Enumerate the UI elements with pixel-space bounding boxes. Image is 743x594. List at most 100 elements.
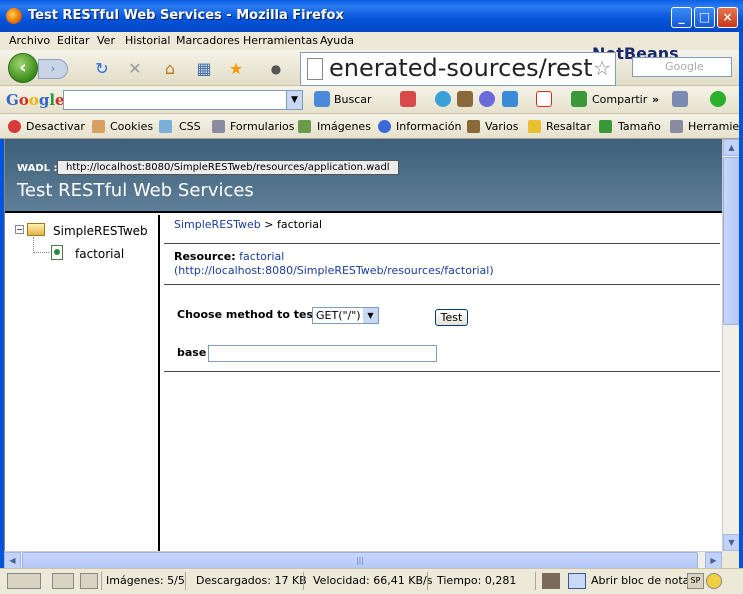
page-icon — [307, 58, 323, 80]
test-button[interactable]: Test — [435, 309, 468, 326]
menu-marcadores[interactable]: Marcadores — [176, 34, 240, 47]
webdev-resaltar[interactable]: Resaltar — [546, 120, 591, 133]
maximize-button[interactable]: □ — [694, 7, 715, 28]
status-speed: Velocidad: 66,41 KB/s — [313, 574, 433, 587]
resource-label: Resource: — [174, 250, 236, 263]
inspect-icon[interactable] — [7, 573, 41, 589]
webdev-imagenes[interactable]: Imágenes — [317, 120, 371, 133]
wadl-label: WADL : — [17, 163, 58, 174]
stop-icon[interactable]: ✕ — [125, 59, 145, 79]
url-bar[interactable]: enerated-sources/rest-t ☆ — [300, 52, 616, 86]
method-select[interactable]: GET("/") ▼ — [312, 307, 379, 324]
tree-node-root[interactable]: SimpleRESTweb — [53, 224, 148, 238]
highlight-icon[interactable] — [400, 91, 416, 107]
vertical-scrollbar[interactable]: ▲ ▼ — [722, 139, 740, 551]
webdev-herramientas[interactable]: Herramien — [688, 120, 743, 133]
breadcrumb-root-link[interactable]: SimpleRESTweb — [174, 218, 261, 231]
scroll-left-icon[interactable]: ◀ — [4, 552, 21, 569]
divider — [164, 243, 720, 244]
method-label: Choose method to test: — [177, 308, 323, 321]
share-icon[interactable] — [571, 91, 587, 107]
open-notepad-link[interactable]: Abrir bloc de notas — [591, 574, 695, 587]
css-icon — [159, 120, 172, 133]
status-separator — [535, 572, 536, 590]
status-separator — [101, 572, 102, 590]
page-title: Test RESTful Web Services — [17, 180, 254, 201]
window-title: Test RESTful Web Services - Mozilla Fire… — [28, 8, 344, 23]
wrench-icon[interactable] — [672, 91, 688, 107]
tree-node-factorial[interactable]: factorial — [75, 247, 124, 261]
resource-name-link[interactable]: factorial — [239, 250, 284, 263]
scroll-up-icon[interactable]: ▲ — [723, 139, 740, 156]
scroll-right-icon[interactable]: ▶ — [705, 552, 722, 569]
webdev-cookies[interactable]: Cookies — [110, 120, 153, 133]
image-icon — [298, 120, 311, 133]
menu-archivo[interactable]: Archivo — [9, 34, 50, 47]
google-search-button[interactable]: Buscar — [334, 93, 372, 106]
zoom-icon[interactable] — [706, 573, 722, 589]
chevron-down-icon[interactable]: ▼ — [363, 308, 378, 323]
plus-icon[interactable] — [502, 91, 518, 107]
divider — [164, 371, 720, 372]
status-bar: Imágenes: 5/5 Descargados: 17 KB Velocid… — [0, 568, 743, 594]
menu-historial[interactable]: Historial — [125, 34, 170, 47]
webdev-css[interactable]: CSS — [179, 120, 201, 133]
google-search-input[interactable]: ▼ — [63, 90, 303, 110]
minimize-button[interactable]: _ — [671, 7, 692, 28]
webdev-toolbar: Desactivar Cookies CSS Formularios Imáge… — [0, 114, 743, 139]
close-button[interactable]: × — [717, 7, 738, 28]
spellcheck-icon[interactable]: SP — [687, 573, 704, 589]
menu-herramientas[interactable]: Herramientas — [243, 34, 318, 47]
chevron-down-icon[interactable]: ▼ — [286, 91, 302, 109]
menu-ver[interactable]: Ver — [97, 34, 115, 47]
bug-icon[interactable] — [542, 573, 560, 589]
resource-panel: SimpleRESTweb > factorial Resource: fact… — [164, 215, 720, 551]
more-chevron[interactable]: » — [652, 93, 659, 106]
window-border-right — [739, 32, 743, 594]
status-separator — [185, 572, 186, 590]
scroll-corner — [722, 551, 739, 568]
resource-icon — [51, 245, 63, 260]
page-content: WADL : http://localhost:8080/SimpleRESTw… — [4, 139, 723, 551]
tree-collapse-toggle[interactable]: − — [15, 225, 24, 234]
webdev-formularios[interactable]: Formularios — [230, 120, 295, 133]
form-icon — [212, 120, 225, 133]
bookmark-icon[interactable]: ▦ — [194, 59, 214, 79]
horizontal-scrollbar[interactable]: ◀ ||| ▶ — [4, 551, 722, 569]
picasa-icon[interactable] — [435, 91, 451, 107]
gmail-icon[interactable] — [536, 91, 552, 107]
forward-button[interactable]: › — [38, 59, 68, 79]
status-green-icon[interactable] — [710, 91, 726, 107]
vertical-scroll-thumb[interactable] — [723, 157, 740, 325]
bookmark-star-icon[interactable]: ☆ — [593, 53, 611, 83]
home-icon[interactable]: ⌂ — [160, 59, 180, 79]
share-button[interactable]: Compartir — [592, 93, 647, 106]
horizontal-scroll-thumb[interactable]: ||| — [22, 552, 698, 569]
museum-icon[interactable] — [457, 91, 473, 107]
status-time: Tiempo: 0,281 — [437, 574, 517, 587]
menu-editar[interactable]: Editar — [57, 34, 90, 47]
status-images: Imágenes: 5/5 — [106, 574, 185, 587]
reload-icon[interactable]: ↻ — [92, 59, 112, 79]
window-titlebar: Test RESTful Web Services - Mozilla Fire… — [0, 0, 743, 32]
search-input[interactable]: Google — [632, 57, 732, 77]
url-text: enerated-sources/rest-t — [329, 54, 611, 82]
firebug-icon[interactable] — [80, 573, 98, 589]
php-icon[interactable] — [479, 91, 495, 107]
user-icon[interactable]: ● — [266, 59, 286, 79]
webdev-varios[interactable]: Varios — [485, 120, 518, 133]
webdev-tamano[interactable]: Tamaño — [618, 120, 661, 133]
notepad-icon[interactable] — [568, 573, 586, 589]
webdev-informacion[interactable]: Información — [396, 120, 461, 133]
status-separator — [427, 572, 428, 590]
back-button[interactable]: ‹ — [8, 53, 38, 83]
menu-ayuda[interactable]: Ayuda — [320, 34, 354, 47]
tree-connector — [33, 237, 49, 253]
webdev-desactivar[interactable]: Desactivar — [26, 120, 85, 133]
method-select-value: GET("/") — [316, 309, 361, 322]
resource-url-link[interactable]: (http://localhost:8080/SimpleRESTweb/res… — [174, 264, 494, 277]
scroll-down-icon[interactable]: ▼ — [723, 534, 740, 551]
base-input[interactable] — [208, 345, 437, 362]
star-person-icon[interactable]: ★ — [226, 59, 246, 79]
keyboard-icon[interactable] — [52, 573, 74, 589]
